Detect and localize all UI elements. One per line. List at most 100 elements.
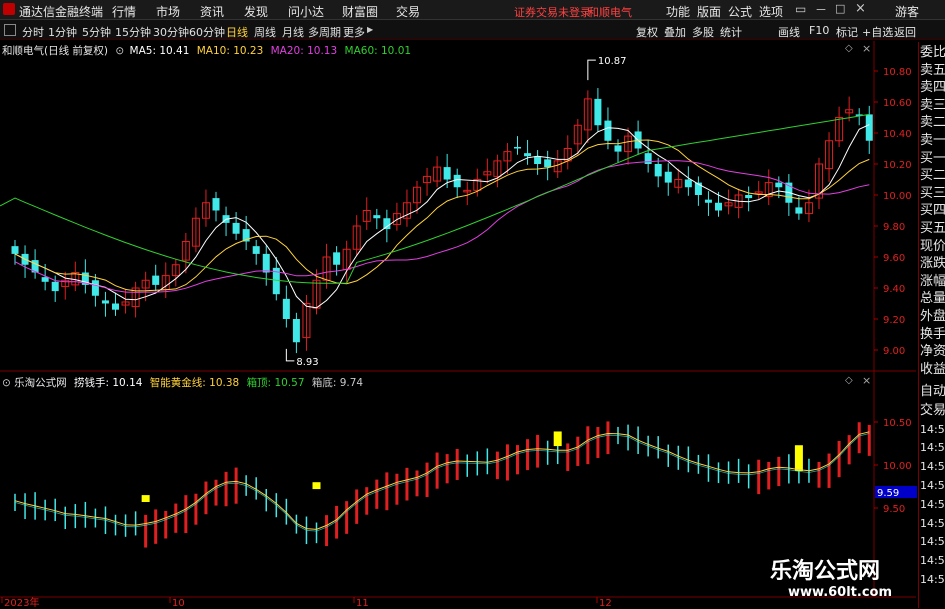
signal-block [141, 495, 150, 502]
sub-chart-legend: ⊙ 乐淘公式网 捞钱手: 10.14 智能黄金线: 10.38 箱顶: 10.5… [2, 375, 363, 390]
chart-settings-icon[interactable]: ◇ [845, 43, 853, 54]
candle-down [152, 275, 160, 285]
low-price-label: 8.93 [296, 357, 318, 368]
box-top-label: 箱顶: 10.57 [246, 377, 305, 389]
candle-down [614, 145, 622, 152]
gold-line-label: 智能黄金线: 10.38 [149, 377, 240, 389]
sidebar-time-item: 14:56 [920, 460, 945, 474]
sidebar-item[interactable]: 买五 [920, 221, 945, 237]
sidebar-time-item: 14:56 [920, 516, 945, 530]
sidebar-item[interactable]: 卖三 [920, 98, 945, 114]
price-tick-label: 10.40 [883, 129, 912, 140]
price-tick-label: 10.80 [883, 67, 912, 78]
signal-block [794, 445, 803, 472]
main-chart-legend: 和顺电气(日线 前复权) ⊙ MA5: 10.41 MA10: 10.23 MA… [2, 43, 411, 58]
sub-chart-title: 乐淘公式网 [14, 377, 67, 389]
candle-down [654, 164, 662, 177]
ma20-label: MA20: 10.13 [270, 45, 338, 57]
sidebar-item[interactable]: 买四 [920, 203, 945, 219]
sidebar-item[interactable]: 涨跌 [920, 256, 945, 272]
sidebar-item[interactable]: 卖一 [920, 133, 945, 149]
sub-settings-icon[interactable]: ◇ [845, 375, 853, 386]
candle-down [604, 120, 612, 141]
sidebar-time-item: 14:56 [920, 441, 945, 455]
candle-down [795, 207, 803, 214]
chart-close-icon[interactable]: × [862, 42, 871, 55]
laoqianshou-label: 捞钱手: 10.14 [74, 377, 143, 389]
price-tick-label: 9.40 [883, 284, 905, 295]
candle-down [373, 215, 381, 219]
high-price-label: 10.87 [598, 56, 627, 67]
candle-down [715, 202, 722, 211]
price-tick-label: 10.20 [883, 160, 912, 171]
candle-down [775, 182, 783, 188]
candle-down [232, 222, 240, 234]
sidebar-item[interactable]: 买一 [920, 151, 945, 167]
candle-down [282, 298, 290, 319]
candle-down [41, 277, 49, 282]
price-tick-label: 9.20 [883, 315, 905, 326]
candle-down [644, 153, 652, 164]
watermark-url: www.60lt.com [788, 585, 893, 600]
candle-down [383, 218, 391, 230]
indicator-series [14, 421, 871, 548]
price-tick-label: 10.60 [883, 98, 912, 109]
candle-down [292, 319, 300, 343]
candle-down [594, 98, 602, 126]
signal-block [553, 431, 562, 447]
low-marker [285, 348, 295, 362]
sidebar-item[interactable]: 总量 [920, 291, 945, 307]
sidebar-item[interactable]: 外盘 [920, 309, 945, 325]
candle-down [865, 114, 873, 141]
sidebar-time-item: 14:56 [920, 573, 945, 586]
sidebar-item[interactable]: 卖五 [920, 63, 945, 79]
x-axis-dec: 12 [599, 598, 612, 609]
candle-down [524, 153, 532, 157]
x-axis-year: 2023年 [4, 596, 39, 609]
candle-down [11, 246, 19, 254]
sidebar-trade-item[interactable]: 自动 [920, 384, 945, 400]
main-chart-title: 和顺电气(日线 前复权) [2, 45, 109, 57]
sidebar-item[interactable]: 收益 [920, 362, 945, 378]
candle-down [51, 281, 59, 292]
candle-down [453, 174, 461, 188]
candle-down [664, 171, 672, 183]
sub-tick-label: 9.50 [883, 504, 905, 515]
sidebar-time-item: 14:56 [920, 422, 945, 436]
candle-down [684, 179, 692, 188]
sub-tick-label: 10.50 [883, 418, 912, 429]
candle-down [745, 195, 753, 199]
sub-tick-label: 10.00 [883, 461, 912, 472]
ma10-label: MA10: 10.23 [196, 45, 264, 57]
sidebar-item[interactable]: 卖四 [920, 80, 945, 96]
ma20-line [14, 160, 870, 293]
cursor-value: 9.59 [877, 488, 899, 499]
x-axis-nov: 11 [356, 598, 369, 609]
sidebar-item[interactable]: 买三 [920, 186, 945, 202]
sidebar-item[interactable]: 委比 [920, 45, 945, 61]
price-tick-label: 9.00 [883, 346, 905, 357]
sidebar-item[interactable]: 换手 [920, 327, 945, 343]
sidebar-trade-item[interactable]: 交易 [920, 403, 945, 419]
indicator-dot-icon: ⊙ [115, 45, 125, 57]
box-bottom-label: 箱底: 9.74 [311, 377, 364, 389]
sidebar-item[interactable]: 卖二 [920, 115, 945, 131]
candle-down [252, 246, 260, 254]
ma10-line [14, 139, 870, 292]
sub-close-icon[interactable]: × [862, 374, 871, 387]
candle-series [11, 88, 873, 354]
kline-chart-area[interactable]: 10.80 10.60 10.40 10.20 10.00 9.80 9.60 9.40 9.2… [0, 0, 945, 609]
sidebar-item[interactable]: 现价 [920, 239, 945, 255]
candle-down [101, 300, 109, 304]
candle-down [534, 156, 542, 164]
sidebar-item[interactable]: 净资 [920, 344, 945, 360]
sidebar-item[interactable]: 买二 [920, 168, 945, 184]
ma5-label: MA5: 10.41 [129, 45, 190, 57]
candle-down [443, 167, 451, 180]
price-tick-label: 9.60 [883, 253, 905, 264]
ma60-label: MA60: 10.01 [344, 45, 412, 57]
indicator-dot-icon: ⊙ [2, 377, 11, 389]
price-tick-label: 10.00 [883, 191, 912, 202]
gold-line [14, 431, 870, 530]
sidebar-item[interactable]: 涨幅 [920, 274, 945, 290]
